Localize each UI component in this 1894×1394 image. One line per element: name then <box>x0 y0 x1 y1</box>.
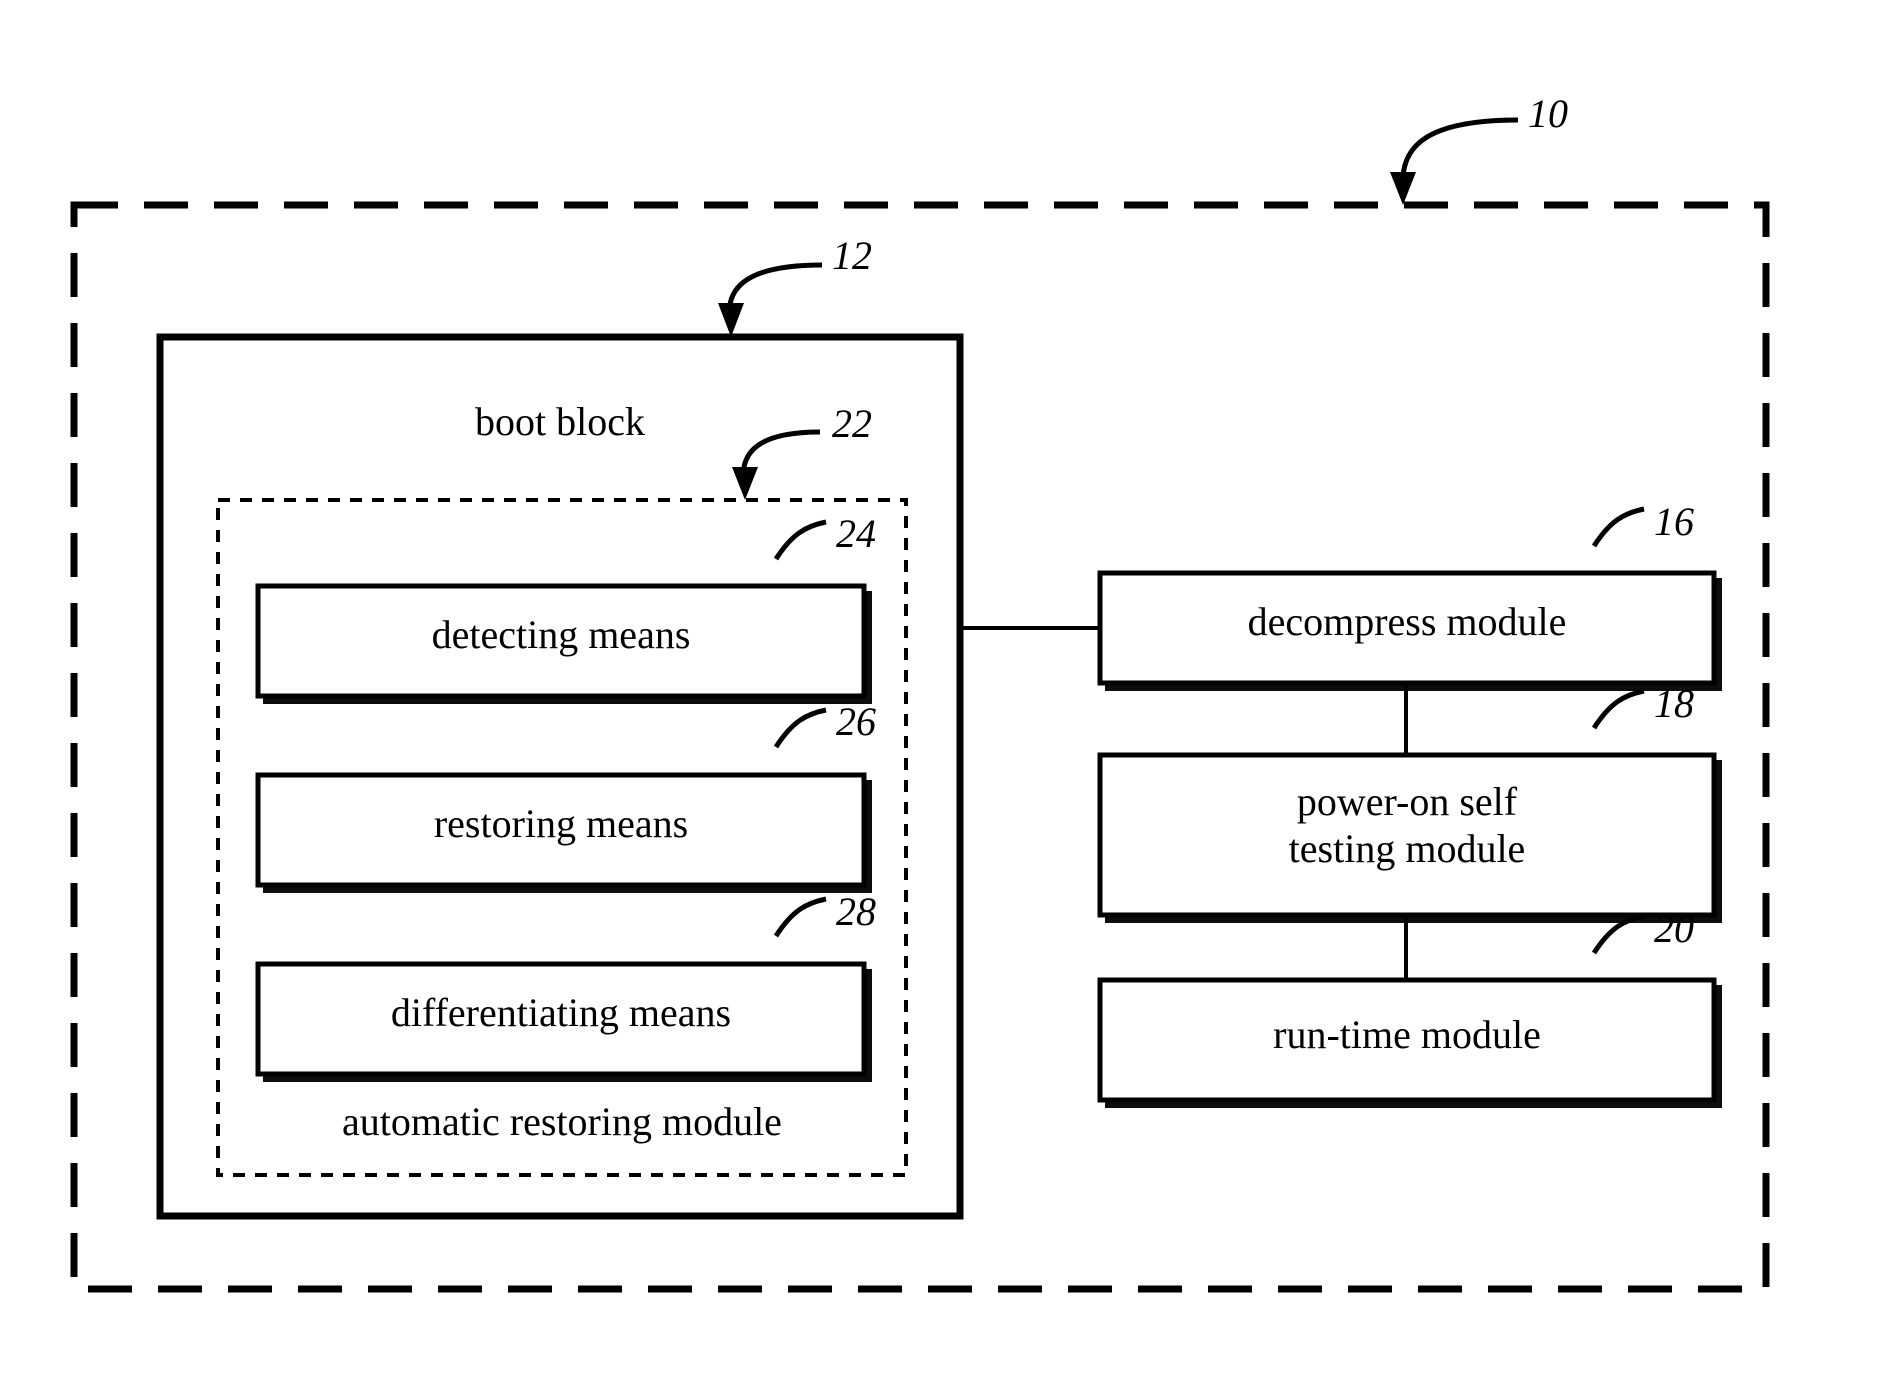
leader-arrow-12 <box>718 303 744 337</box>
leader-line-16 <box>1591 506 1645 548</box>
ref-numeral-28: 28 <box>836 889 876 934</box>
leader-arrow-22 <box>732 467 758 500</box>
leader-line-18 <box>1591 688 1645 730</box>
power-on-self-testing-module-label-line1: power-on self <box>1296 779 1518 824</box>
power-on-self-testing-module-label-line2: testing module <box>1288 826 1526 872</box>
ref-numeral-18: 18 <box>1654 681 1694 726</box>
figure-canvas: 10 12 22 24 26 28 16 18 20 boot block au… <box>0 0 1894 1394</box>
run-time-module-label: run-time module <box>1273 1012 1541 1057</box>
ref-numeral-20: 20 <box>1654 906 1694 951</box>
leader-line-10 <box>1400 117 1519 191</box>
leader-arrow-10 <box>1390 172 1416 205</box>
restoring-means-label: restoring means <box>433 801 689 846</box>
differentiating-means-label: differentiating means <box>390 990 732 1035</box>
detecting-means-label: detecting means <box>431 612 691 657</box>
diagram-graphics <box>70 117 1770 1293</box>
power-on-self-testing-module-label: power-on self testing module <box>1100 778 1714 872</box>
leader-line-24 <box>773 519 827 561</box>
leader-line-28 <box>773 896 827 938</box>
ref-numeral-24: 24 <box>836 511 876 556</box>
leader-line-12 <box>726 262 823 321</box>
ref-numeral-26: 26 <box>836 699 876 744</box>
ref-numeral-10: 10 <box>1528 91 1568 136</box>
leader-line-26 <box>773 707 827 749</box>
ref-numeral-16: 16 <box>1654 499 1694 544</box>
boot-block-label: boot block <box>475 399 645 444</box>
decompress-module-label: decompress module <box>1247 599 1567 644</box>
ref-numeral-12: 12 <box>832 233 872 278</box>
automatic-restoring-module-label: automatic restoring module <box>342 1099 782 1144</box>
